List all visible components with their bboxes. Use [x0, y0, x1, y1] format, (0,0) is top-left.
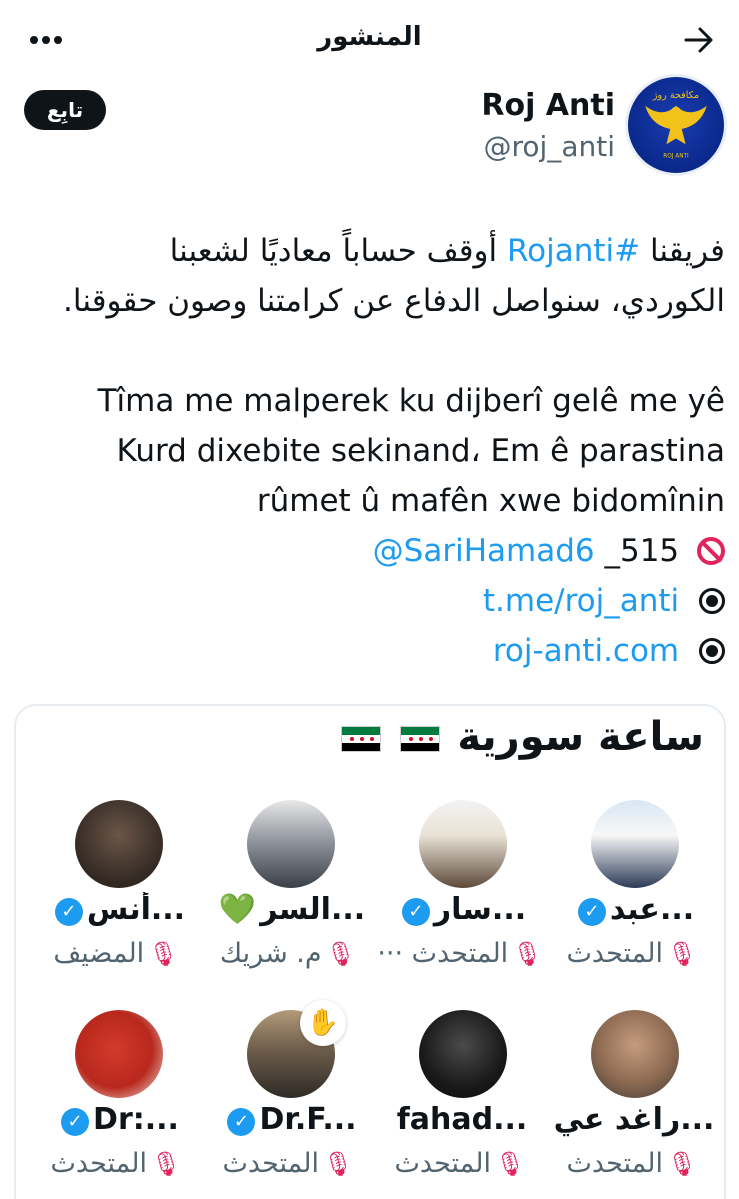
post-line-link-2: roj-anti.com [20, 626, 725, 676]
speaker-avatar [419, 1010, 507, 1098]
post-author: مكافحة روژ ROJ ANTI Roj Anti @roj_anti ت… [0, 70, 739, 180]
speaker-name: ✓ Dr.F... [204, 1102, 376, 1137]
post-line-kurdish-2: Kurd dixebite sekinand، Em ê parastina [116, 433, 725, 469]
speaker-item[interactable]: راغد عي... 🎙المتحدث [548, 1010, 720, 1199]
back-arrow-icon[interactable] [677, 18, 721, 62]
author-display-name[interactable]: Roj Anti [481, 88, 615, 123]
speaker-avatar [75, 800, 163, 888]
speaker-name: ✓ أنس... [32, 892, 204, 927]
radio-bullet-icon [699, 588, 725, 614]
author-avatar[interactable]: مكافحة روژ ROJ ANTI [625, 74, 727, 176]
speaker-avatar [247, 800, 335, 888]
post-line-arabic-2: الكوردي، سنواصل الدفاع عن كرامتنا وصون ح… [63, 283, 725, 319]
page-title: المنشور [317, 22, 422, 52]
speaker-role: 🎙المضيف [53, 938, 179, 969]
post-line-kurdish-3: rûmet û mafên xwe bidomînin [256, 483, 725, 519]
top-bar: المنشور [0, 0, 739, 78]
telegram-link[interactable]: t.me/roj_anti [483, 583, 679, 619]
verified-badge-icon: ✓ [227, 1108, 256, 1136]
prohibited-icon [697, 537, 725, 565]
speaker-role: 🎙المتحدث [394, 1148, 526, 1179]
speaker-name: ✓ عبد... [548, 892, 720, 927]
syria-flag-icon [340, 726, 381, 752]
speaker-item[interactable]: ✓ أنس... 🎙المضيف [32, 800, 204, 1000]
spaces-title: ساعة سورية [338, 714, 704, 760]
raised-hand-icon: ✋ [300, 1000, 346, 1046]
speaker-name: ✓ سار... [376, 892, 548, 927]
speaker-avatar [591, 800, 679, 888]
speaker-role: 🎙المتحدث [566, 1148, 698, 1179]
radio-bullet-icon [699, 638, 725, 664]
author-handle[interactable]: @roj_anti [484, 130, 615, 163]
speaker-role: 🎙المتحدث [566, 938, 698, 969]
website-link[interactable]: roj-anti.com [493, 633, 679, 669]
speaker-role: 🎙المتحدث [50, 1148, 182, 1179]
speaker-name: 💚 السر... [218, 892, 366, 927]
muted-mic-icon: 🎙 [151, 1150, 182, 1178]
follow-button[interactable]: تابِع [24, 90, 106, 130]
speaker-avatar [591, 1010, 679, 1098]
speaker-role: 🎙المتحدث [222, 1148, 354, 1179]
post-line-mention: @SariHamad6 _515 [20, 526, 725, 576]
verified-badge-icon: ✓ [54, 898, 83, 926]
verified-badge-icon: ✓ [61, 1108, 90, 1136]
speaker-item[interactable]: 💚 السر... 🎙م. شريك [204, 800, 376, 1000]
speaker-avatar [419, 800, 507, 888]
post-line-link-1: t.me/roj_anti [20, 576, 725, 626]
muted-mic-icon: 🎙 [148, 940, 179, 968]
verified-badge-icon: ✓ [401, 898, 430, 926]
speaker-name: راغد عي... [553, 1102, 715, 1137]
muted-mic-icon: 🎙 [667, 1150, 698, 1178]
speaker-item[interactable]: fahad... 🎙المتحدث [376, 1010, 548, 1199]
syria-flag-icon [400, 726, 441, 752]
post-line-kurdish-1: Tîma me malperek ku dijberî gelê me yê [97, 383, 725, 419]
speaker-avatar [75, 1010, 163, 1098]
speaker-item[interactable]: ✓ سار... 🎙المتحدث ··· [376, 800, 548, 1000]
spaces-card[interactable]: ساعة سورية ✓ عبد... 🎙المتحدث ✓ سار... 🎙الم… [14, 704, 726, 1199]
muted-mic-icon: 🎙 [323, 1150, 354, 1178]
speaker-name: ✓ Dr:... [32, 1102, 204, 1137]
muted-mic-icon: 🎙 [667, 940, 698, 968]
post-text: فريقنا #Rojanti أوقف حساباً معاديًا لشعب… [20, 226, 725, 676]
verified-badge-icon: ✓ [577, 898, 606, 926]
muted-mic-icon: 🎙 [495, 1150, 526, 1178]
post-line-arabic-1: فريقنا #Rojanti أوقف حساباً معاديًا لشعب… [169, 233, 725, 269]
mention-link[interactable]: @SariHamad6 [373, 533, 595, 569]
muted-mic-icon: 🎙 [512, 940, 543, 968]
speaker-item[interactable]: ✓ عبد... 🎙المتحدث [548, 800, 720, 1000]
speaker-item[interactable]: ✋ ✓ Dr.F... 🎙المتحدث [204, 1000, 376, 1199]
speaker-role: 🎙م. شريك [219, 938, 357, 969]
hashtag-link[interactable]: #Rojanti [507, 233, 640, 269]
green-heart-icon: 💚 [218, 892, 257, 927]
speaker-name: fahad... [396, 1102, 528, 1137]
svg-text:ROJ ANTI: ROJ ANTI [663, 154, 689, 160]
speaker-role: 🎙المتحدث ··· [377, 938, 543, 969]
muted-mic-icon: 🎙 [325, 940, 357, 968]
avatar-logo-text: مكافحة روژ [652, 90, 699, 101]
speaker-item[interactable]: ✓ Dr:... 🎙المتحدث [32, 1010, 204, 1199]
